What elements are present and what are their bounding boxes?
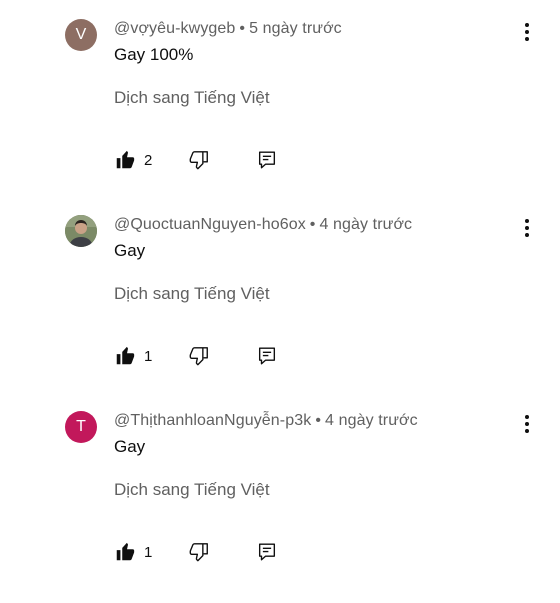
author-name[interactable]: @vợyêu-kwygeb: [114, 20, 235, 37]
like-button[interactable]: 1: [114, 540, 152, 564]
more-vertical-icon: [519, 219, 535, 237]
dislike-button[interactable]: [188, 344, 210, 368]
avatar[interactable]: T: [65, 411, 97, 443]
like-button[interactable]: 1: [114, 344, 152, 368]
translate-link[interactable]: Dịch sang Tiếng Việt: [114, 480, 270, 500]
more-menu-button[interactable]: [519, 415, 535, 437]
more-vertical-icon: [519, 23, 535, 41]
more-menu-button[interactable]: [519, 219, 535, 241]
thumbs-up-filled-icon: [116, 150, 135, 169]
avatar-photo: [65, 215, 97, 247]
dislike-button[interactable]: [188, 148, 210, 172]
comment-item: V @vợyêu-kwygeb • 5 ngày trước Gay 100% Dị…: [0, 15, 560, 211]
separator-dot: •: [239, 20, 246, 37]
comment-text: Gay: [114, 437, 146, 456]
separator-dot: •: [315, 412, 322, 429]
comment-time[interactable]: 4 ngày trước: [320, 216, 413, 233]
comment-header: @QuoctuanNguyen-ho6ox • 4 ngày trước: [114, 216, 412, 234]
avatar[interactable]: [65, 215, 97, 247]
reply-button[interactable]: [256, 540, 278, 564]
comment-time[interactable]: 5 ngày trước: [249, 20, 342, 37]
author-name[interactable]: @ThịthanhloanNguyễn-p3k: [114, 412, 311, 429]
more-menu-button[interactable]: [519, 23, 535, 45]
translate-link[interactable]: Dịch sang Tiếng Việt: [114, 284, 270, 304]
thumbs-down-outline-icon: [189, 347, 208, 366]
like-count: 1: [144, 543, 153, 561]
comment-text: Gay 100%: [114, 45, 194, 64]
comment-text: Gay: [114, 241, 146, 260]
comment-item: @QuoctuanNguyen-ho6ox • 4 ngày trước Gay D…: [0, 211, 560, 407]
author-name[interactable]: @QuoctuanNguyen-ho6ox: [114, 216, 306, 233]
like-button[interactable]: 2: [114, 148, 152, 172]
comment-time[interactable]: 4 ngày trước: [325, 412, 418, 429]
reply-comment-icon: [258, 347, 276, 365]
comment-header: @ThịthanhloanNguyễn-p3k • 4 ngày trước: [114, 412, 418, 430]
comment-item: T @ThịthanhloanNguyễn-p3k • 4 ngày trước G…: [0, 407, 560, 603]
more-vertical-icon: [519, 415, 535, 433]
reply-button[interactable]: [256, 344, 278, 368]
like-count: 1: [144, 347, 153, 365]
separator-dot: •: [309, 216, 316, 233]
reply-comment-icon: [258, 151, 276, 169]
dislike-button[interactable]: [188, 540, 210, 564]
thumbs-down-outline-icon: [189, 151, 208, 170]
avatar-letter: T: [76, 418, 86, 435]
translate-link[interactable]: Dịch sang Tiếng Việt: [114, 88, 270, 108]
avatar[interactable]: V: [65, 19, 97, 51]
avatar-letter: V: [75, 26, 87, 43]
thumbs-up-filled-icon: [116, 346, 135, 365]
reply-button[interactable]: [256, 148, 278, 172]
comment-header: @vợyêu-kwygeb • 5 ngày trước: [114, 20, 342, 38]
like-count: 2: [144, 151, 153, 169]
